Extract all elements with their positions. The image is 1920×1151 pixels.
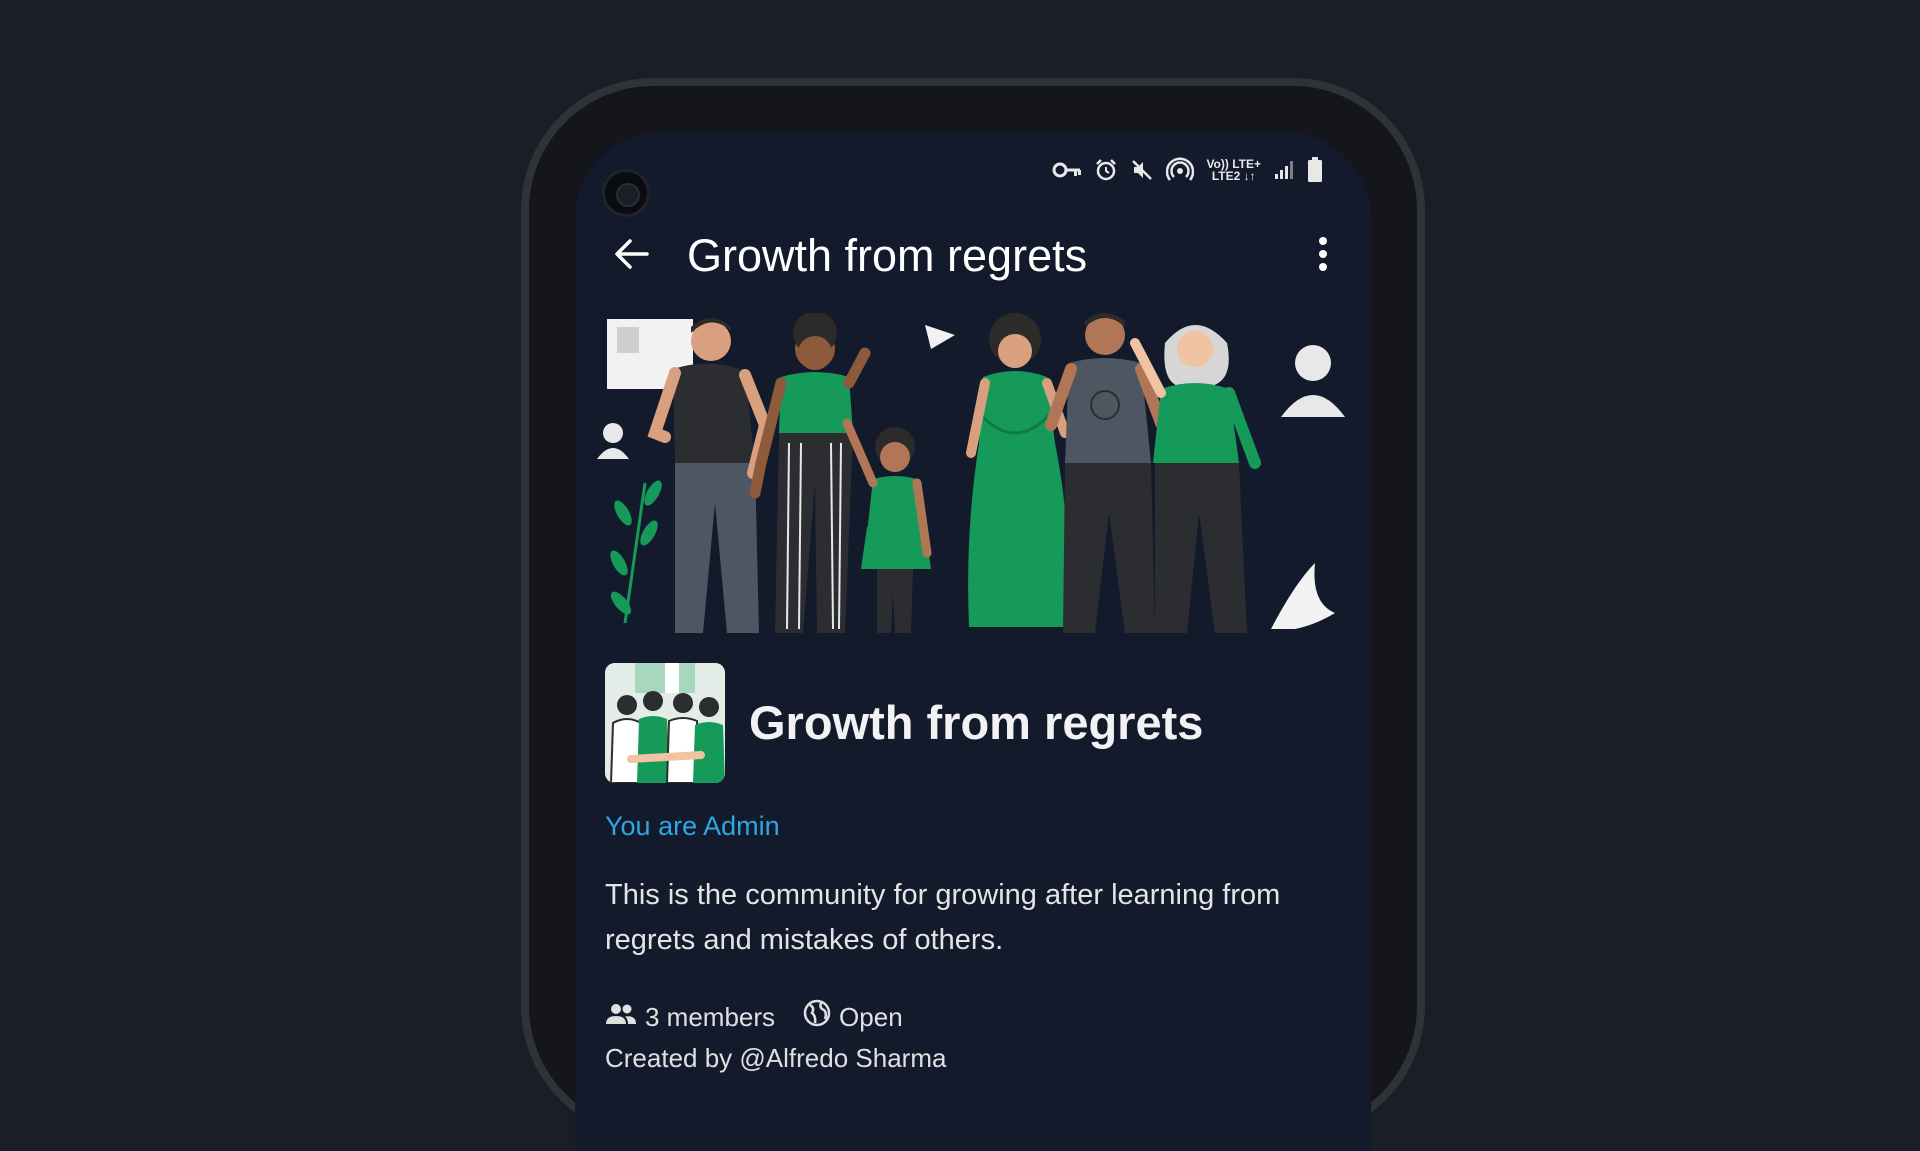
group-avatar[interactable]	[605, 663, 725, 783]
phone-frame: Vo)) LTE+ LTE2 ↓↑ Growth from regrets Gr…	[521, 78, 1425, 1151]
arrow-back-icon	[613, 238, 649, 275]
group-name: Growth from regrets	[749, 696, 1204, 749]
members-info[interactable]: 3 members	[605, 1000, 775, 1034]
more-vert-icon	[1318, 236, 1328, 277]
page-title: Growth from regrets	[687, 230, 1088, 281]
battery-icon	[1307, 157, 1323, 183]
group-meta: 3 members Open	[605, 999, 903, 1035]
signal-icon	[1273, 159, 1295, 181]
vpn-key-icon	[1052, 160, 1082, 180]
visibility-label: Open	[839, 1002, 903, 1032]
visibility-info: Open	[803, 999, 903, 1035]
mute-icon	[1130, 158, 1154, 182]
back-button[interactable]	[609, 234, 653, 278]
app-bar: Growth from regrets	[575, 206, 1371, 306]
overflow-menu-button[interactable]	[1307, 234, 1339, 278]
created-by[interactable]: Created by @Alfredo Sharma	[605, 1041, 946, 1075]
admin-role-label[interactable]: You are Admin	[605, 809, 780, 843]
group-banner-image	[595, 313, 1351, 633]
volte-icon: Vo)) LTE+ LTE2 ↓↑	[1206, 158, 1261, 182]
app-screen: Vo)) LTE+ LTE2 ↓↑ Growth from regrets Gr…	[575, 131, 1371, 1151]
hotspot-icon	[1166, 157, 1195, 183]
globe-icon	[803, 999, 831, 1035]
lte2-label: LTE2 ↓↑	[1211, 169, 1256, 183]
status-bar: Vo)) LTE+ LTE2 ↓↑	[1052, 153, 1323, 187]
people-icon	[605, 1000, 637, 1034]
group-description: This is the community for growing after …	[605, 879, 1281, 956]
alarm-icon	[1094, 158, 1118, 182]
group-header: Growth from regrets	[605, 661, 1345, 785]
members-count: 3 members	[645, 1002, 776, 1032]
